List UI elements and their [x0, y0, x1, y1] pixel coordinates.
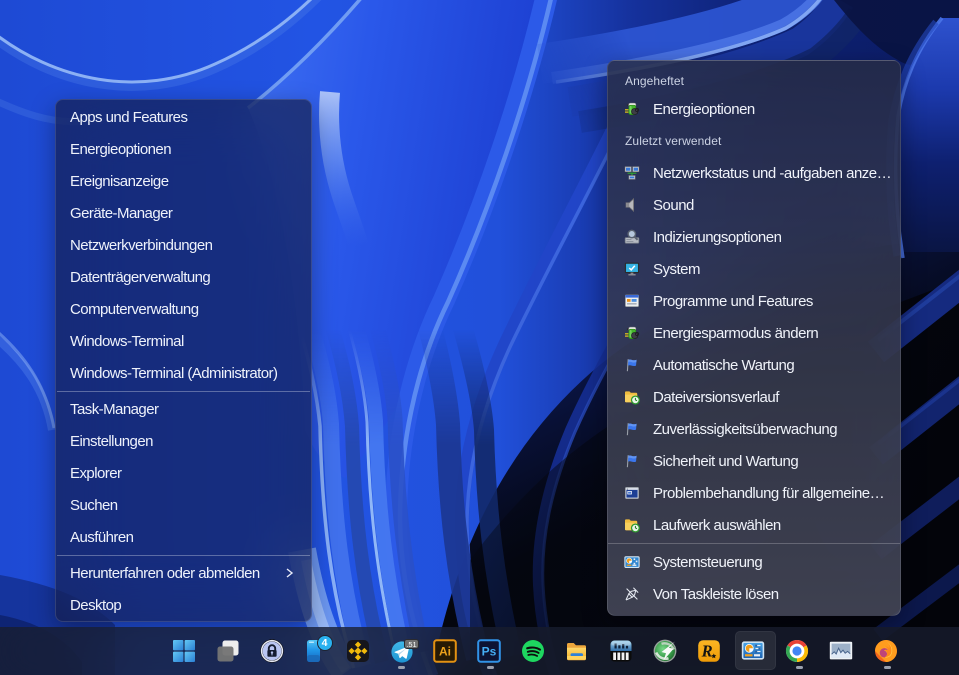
- svg-text:Ps: Ps: [481, 645, 496, 659]
- svg-text:R: R: [700, 642, 712, 661]
- svg-text:Ai: Ai: [439, 645, 451, 659]
